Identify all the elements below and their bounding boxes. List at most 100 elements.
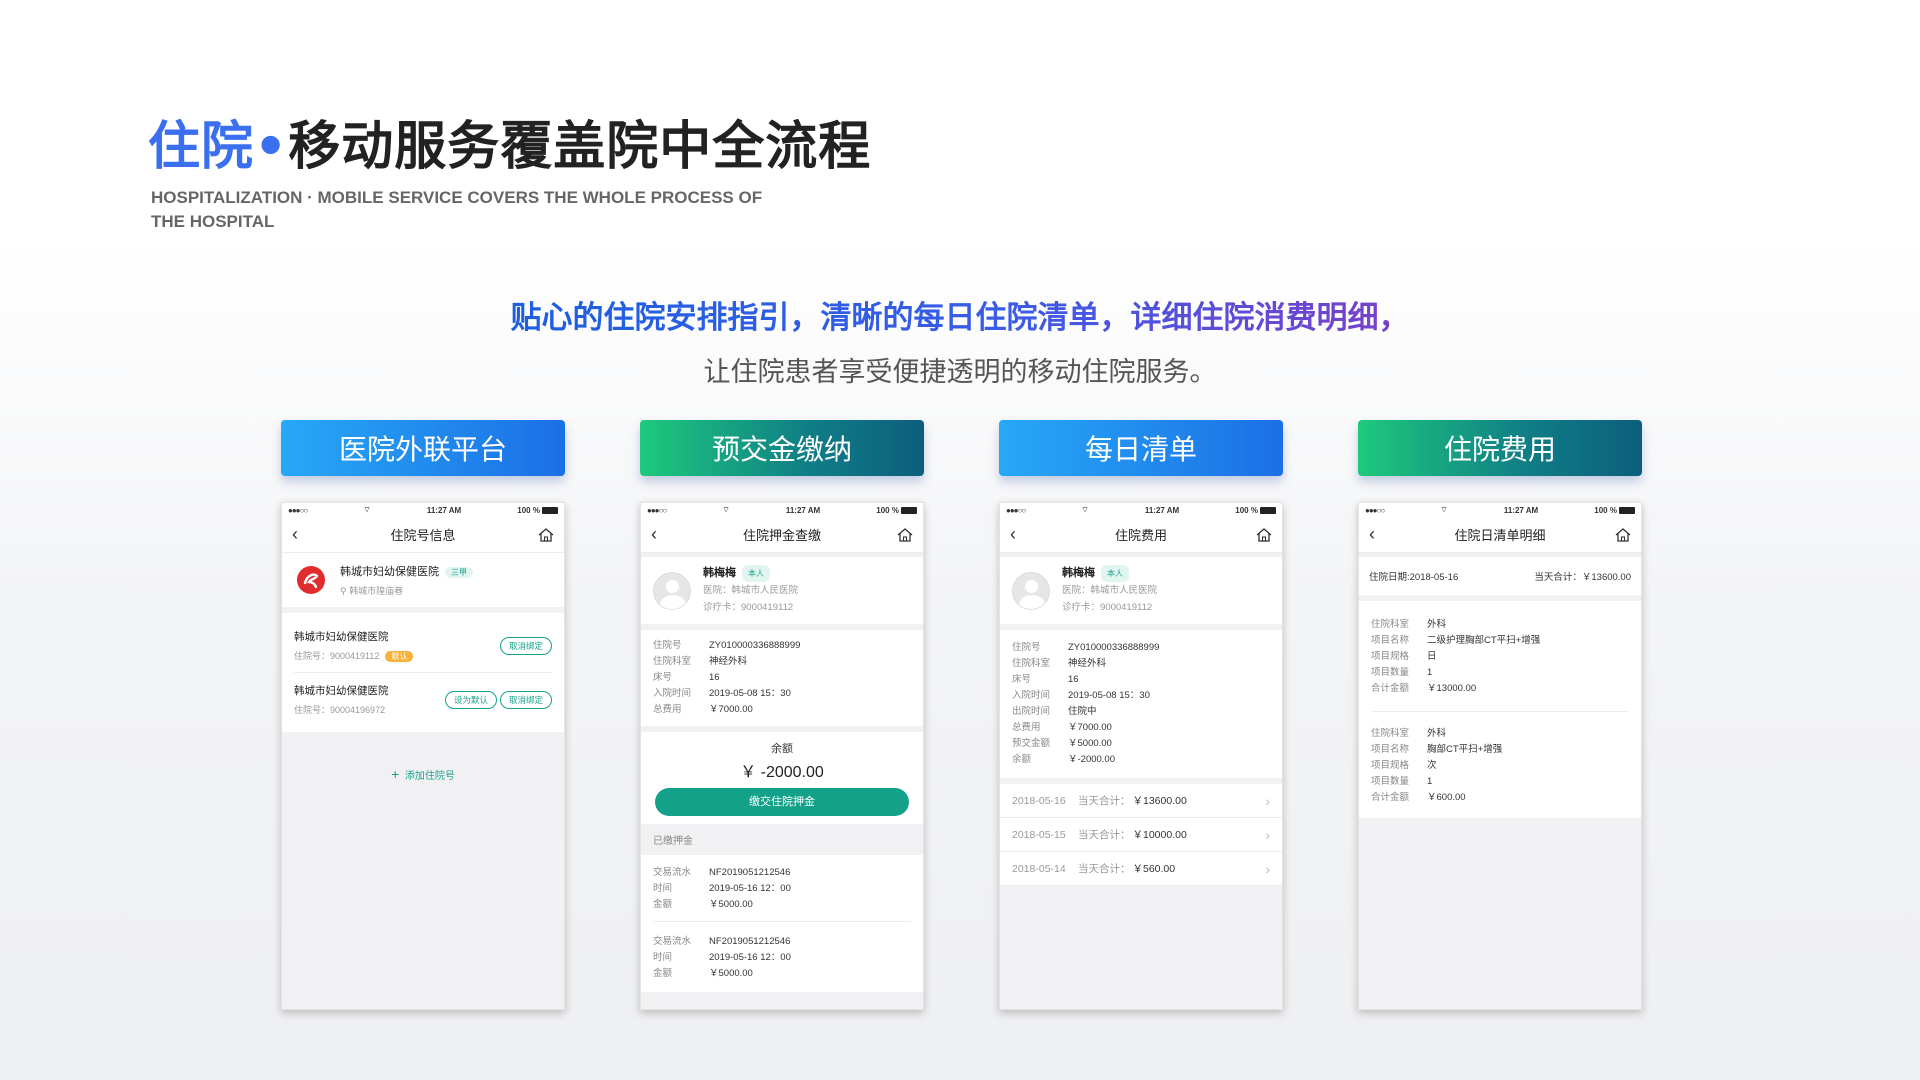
set-default-button[interactable]: 设为默认 xyxy=(445,690,498,709)
status-bar: ●●●○○ ⌔ 11:27 AM 100 % xyxy=(641,503,923,517)
patient-hospital: 医院：韩城市人民医院 xyxy=(1062,585,1158,596)
patient-hospital: 医院：韩城市人民医院 xyxy=(703,585,799,596)
plus-icon: + xyxy=(391,766,400,782)
back-icon[interactable]: ‹ xyxy=(1010,524,1026,545)
deposit-record: 交易流水 NF2019051212546 时间 2019-05-16 12：00 金… xyxy=(653,936,791,979)
home-icon[interactable] xyxy=(1615,527,1631,542)
location-icon: ⚲ xyxy=(340,586,347,596)
admission-number: 90004196972 xyxy=(330,705,386,715)
deposit-record: 交易流水 NF2019051212546 时间 2019-05-16 12：00 金… xyxy=(653,863,911,922)
phone-screen-daily-detail: ●●●○○ ⌔ 11:27 AM 100 % ‹ 住院日清单明细 住院日期:2018-… xyxy=(1358,502,1642,1010)
fee-item: 住院科室 外科 项目名称 胸部CT平扫+增强 项目规格次 项目数量 1 合计金额 ￥60… xyxy=(1371,728,1503,803)
outreach-platform-button[interactable]: 医院外联平台 xyxy=(281,420,565,476)
info-row: 预交金额 ￥5000.00 xyxy=(1012,738,1112,749)
daily-item[interactable]: 2018-05-15 当天合计： ￥10000.00 › xyxy=(1000,818,1282,852)
wifi-icon: ⌔ xyxy=(722,505,730,514)
title-dot: • xyxy=(254,117,289,177)
status-bar: ●●●○○ ⌔ 11:27 AM 100 % xyxy=(1359,503,1641,517)
hospital-card: 韩城市妇幼保健医院 三甲 ⚲ 韩城市隍庙巷 xyxy=(282,553,564,607)
info-row: 住院号 ZY010000336888999 xyxy=(1012,642,1160,653)
info-row: 入院时间 2019-05-08 15：30 xyxy=(653,688,791,699)
binding-item: 韩城市妇幼保健医院 住院号：9000419112 默认 取消绑定 xyxy=(294,619,552,673)
pay-deposit-button[interactable]: 缴交住院押金 xyxy=(655,788,909,816)
signal-icon: ●●●○○ xyxy=(647,505,667,515)
patient-name: 韩梅梅 xyxy=(1062,567,1095,579)
battery-icon xyxy=(900,506,917,514)
admission-number: 9000419112 xyxy=(330,651,380,661)
wifi-icon: ⌔ xyxy=(363,505,371,514)
status-time: 11:27 AM xyxy=(1503,505,1539,515)
wifi-icon: ⌔ xyxy=(1440,505,1448,514)
back-icon[interactable]: ‹ xyxy=(1369,524,1385,545)
title-highlight: 住院 xyxy=(148,117,255,177)
self-badge: 本人 xyxy=(742,565,770,582)
unbind-button[interactable]: 取消绑定 xyxy=(499,690,552,709)
battery-icon xyxy=(1618,506,1635,514)
hospital-fees-button[interactable]: 住院费用 xyxy=(1358,420,1642,476)
status-bar: ●●●○○ ⌔ 11:27 AM 100 % xyxy=(1000,503,1282,517)
default-badge: 默认 xyxy=(385,651,414,662)
daily-list: 2018-05-16 当天合计： ￥13600.00 › 2018-05-15 当天合计… xyxy=(1000,784,1282,886)
daily-summary: 住院日期:2018-05-16 当天合计：￥13600.00 xyxy=(1359,557,1641,595)
info-row: 床号 16 xyxy=(653,672,720,683)
signal-icon: ●●●○○ xyxy=(1006,505,1026,515)
nav-bar: ‹ 住院日清单明细 xyxy=(1359,517,1641,553)
nav-bar: ‹ 住院号信息 xyxy=(282,517,564,553)
deposit-records: 交易流水 NF2019051212546 时间 2019-05-16 12：00 金… xyxy=(641,855,923,992)
back-icon[interactable]: ‹ xyxy=(292,524,308,545)
nav-title: 住院费用 xyxy=(1114,528,1167,543)
unbind-button[interactable]: 取消绑定 xyxy=(499,636,552,655)
nav-bar: ‹ 住院费用 xyxy=(1000,517,1282,553)
info-row: 住院科室 神经外科 xyxy=(653,656,748,667)
add-admission-button[interactable]: + 添加住院号 xyxy=(282,766,564,782)
nav-title: 住院押金查缴 xyxy=(742,528,821,543)
patient-name: 韩梅梅 xyxy=(703,567,736,579)
battery-icon xyxy=(541,506,558,514)
signal-icon: ●●●○○ xyxy=(1365,505,1385,515)
chevron-right-icon: › xyxy=(1265,792,1270,809)
phone-screen-admission-info: ●●●○○ ⌔ 11:27 AM 100 % ‹ 住院号信息 韩城市妇幼保健医院 三甲 … xyxy=(281,502,565,1010)
battery-icon xyxy=(1259,506,1276,514)
admission-info: 住院号 ZY010000336888999 住院科室 神经外科 床号 16 入院时间 2… xyxy=(641,630,923,726)
nav-bar: ‹ 住院押金查缴 xyxy=(641,517,923,553)
panel-deposit: 预交金缴纳 ●●●○○ ⌔ 11:27 AM 100 % ‹ 住院押金查缴 韩梅梅 本人… xyxy=(640,420,924,1010)
nav-title: 住院号信息 xyxy=(390,528,456,543)
paid-deposit-section-title: 已缴押金 xyxy=(653,836,693,847)
chevron-right-icon: › xyxy=(1265,826,1270,843)
home-icon[interactable] xyxy=(1256,527,1272,542)
daily-item[interactable]: 2018-05-14 当天合计： ￥560.00 › xyxy=(1000,852,1282,886)
admission-date: 住院日期:2018-05-16 xyxy=(1369,572,1459,583)
panel-daily-list: 每日清单 ●●●○○ ⌔ 11:27 AM 100 % ‹ 住院费用 韩梅梅 本人 医院… xyxy=(999,420,1283,1010)
patient-card-number: 诊疗卡：9000419112 xyxy=(1062,602,1153,613)
status-time: 11:27 AM xyxy=(1144,505,1180,515)
binding-hospital-name: 韩城市妇幼保健医院 xyxy=(294,631,389,643)
english-subtitle: HOSPITALIZATION · MOBILE SERVICE COVERS … xyxy=(151,188,763,231)
home-icon[interactable] xyxy=(897,527,913,542)
status-bar: ●●●○○ ⌔ 11:27 AM 100 % xyxy=(282,503,564,517)
info-row: 总费用 ￥7000.00 xyxy=(1012,722,1112,733)
daily-item[interactable]: 2018-05-16 当天合计： ￥13600.00 › xyxy=(1000,784,1282,818)
info-row: 住院号 ZY010000336888999 xyxy=(653,640,801,651)
patient-card: 韩梅梅 本人 医院：韩城市人民医院 诊疗卡：9000419112 xyxy=(641,557,923,624)
back-icon[interactable]: ‹ xyxy=(651,524,667,545)
info-row: 余额 ￥-2000.00 xyxy=(1012,754,1116,765)
binding-item: 韩城市妇幼保健医院 住院号：90004196972 设为默认 取消绑定 xyxy=(294,673,552,726)
deposit-payment-button[interactable]: 预交金缴纳 xyxy=(640,420,924,476)
daily-list-button[interactable]: 每日清单 xyxy=(999,420,1283,476)
home-icon[interactable] xyxy=(538,527,554,542)
page-title: 住院•移动服务覆盖院中全流程 xyxy=(148,104,871,179)
binding-hospital-name: 韩城市妇幼保健医院 xyxy=(294,685,389,697)
admission-info: 住院号 ZY010000336888999 住院科室 神经外科 床号 16 入院时间 2… xyxy=(1000,630,1282,778)
fee-item: 住院科室 外科 项目名称 二级护理胸部CT平扫+增强 项目规格日 项目数量 1 合计金… xyxy=(1371,609,1629,712)
avatar xyxy=(1012,571,1050,610)
battery-indicator: 100 % xyxy=(876,506,917,515)
hospital-address: 韩城市隍庙巷 xyxy=(349,586,404,596)
slogan-line-2: 让住院患者享受便捷透明的移动住院服务。 xyxy=(703,357,1217,388)
panel-outreach: 医院外联平台 ●●●○○ ⌔ 11:27 AM 100 % ‹ 住院号信息 韩城市妇幼… xyxy=(281,420,565,1010)
balance-block: 余额 ￥ -2000.00 缴交住院押金 xyxy=(641,732,923,824)
self-badge: 本人 xyxy=(1101,565,1129,582)
patient-card-number: 诊疗卡：9000419112 xyxy=(703,602,794,613)
info-row: 总费用 ￥7000.00 xyxy=(653,704,753,715)
status-time: 11:27 AM xyxy=(785,505,821,515)
wifi-icon: ⌔ xyxy=(1081,505,1089,514)
